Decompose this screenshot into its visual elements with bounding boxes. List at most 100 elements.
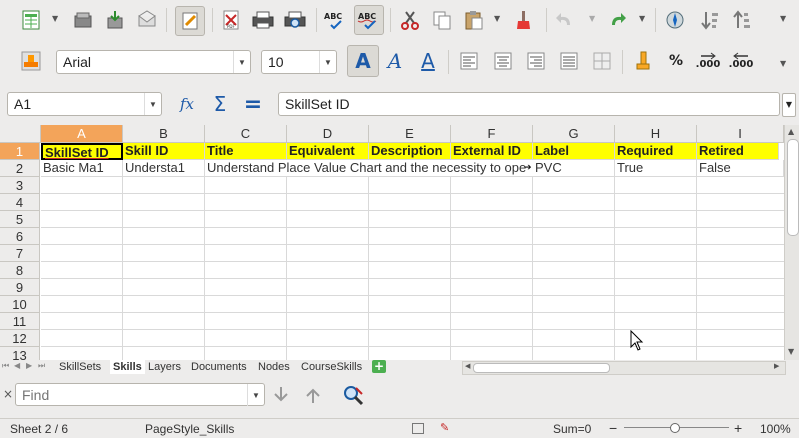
cell-i1[interactable]: Retired [697, 143, 779, 160]
sort-ascending-icon[interactable] [729, 7, 755, 33]
horizontal-scroll-thumb[interactable] [473, 363, 610, 373]
formula-expand-icon[interactable]: ▼ [782, 93, 796, 117]
column-header-e[interactable]: E [369, 125, 451, 143]
sheet-tab-courseskills[interactable]: CourseSkills [298, 360, 365, 374]
horizontal-scrollbar[interactable]: ◀ ▶ [462, 361, 786, 375]
templates-icon[interactable] [70, 7, 96, 33]
formula-icon[interactable]: = [240, 91, 266, 117]
scroll-up-icon[interactable]: ▲ [788, 127, 794, 136]
align-right-icon[interactable] [523, 48, 549, 74]
cell-a2[interactable]: Basic Ma1 [41, 160, 123, 177]
zoom-slider-thumb[interactable] [670, 423, 680, 433]
column-header-h[interactable]: H [615, 125, 697, 143]
cell-h1[interactable]: Required [615, 143, 697, 160]
undo-icon[interactable] [552, 7, 578, 33]
find-replace-icon[interactable] [340, 382, 366, 408]
new-dropdown-icon[interactable]: ▼ [52, 14, 58, 23]
row-header[interactable]: 1 [0, 143, 40, 160]
sort-descending-icon[interactable] [697, 7, 723, 33]
find-previous-icon[interactable] [300, 382, 326, 408]
zoom-level[interactable]: 100% [760, 422, 791, 436]
cut-icon[interactable] [397, 7, 423, 33]
copy-icon[interactable] [429, 7, 455, 33]
bold-icon[interactable]: A [347, 45, 379, 77]
undo-dropdown-icon[interactable]: ▼ [589, 14, 595, 23]
selection-mode-icon[interactable] [412, 423, 424, 434]
add-decimal-icon[interactable]: .000 [695, 48, 721, 74]
row-header[interactable]: 9 [0, 279, 40, 296]
zoom-in-icon[interactable]: + [734, 420, 742, 436]
column-header-b[interactable]: B [123, 125, 205, 143]
new-spreadsheet-icon[interactable] [18, 7, 44, 33]
align-left-icon[interactable] [456, 48, 482, 74]
navigator-icon[interactable] [662, 7, 688, 33]
toolbar-overflow-icon[interactable]: ▼ [780, 14, 786, 23]
toolbar2-overflow-icon[interactable]: ▼ [780, 59, 786, 68]
currency-icon[interactable] [630, 48, 656, 74]
cell-a1[interactable]: SkillSet ID [41, 143, 123, 160]
spreadsheet-grid[interactable]: A B C D E F G H I 1 2 3 4 5 6 7 8 9 10 1… [0, 125, 784, 360]
first-sheet-icon[interactable]: ⏮ [2, 361, 9, 371]
scroll-down-icon[interactable]: ▼ [788, 347, 794, 356]
prev-sheet-icon[interactable]: ◀ [14, 361, 20, 370]
document-modified-icon[interactable]: ✎ [440, 421, 449, 434]
open-icon[interactable] [102, 7, 128, 33]
cell-e1[interactable]: Description [369, 143, 451, 160]
spellcheck-icon[interactable]: ABC [322, 7, 348, 33]
column-header-d[interactable]: D [287, 125, 369, 143]
cell-h2[interactable]: True [615, 160, 697, 177]
column-header-a[interactable]: A [41, 125, 123, 143]
row-header[interactable]: 7 [0, 245, 40, 262]
page-style[interactable]: PageStyle_Skills [145, 422, 234, 436]
styles-icon[interactable] [18, 48, 44, 74]
italic-icon[interactable]: A [382, 48, 408, 74]
export-pdf-icon[interactable]: PDF [218, 7, 244, 33]
zoom-out-icon[interactable]: − [609, 420, 617, 436]
sheet-tab-documents[interactable]: Documents [188, 360, 250, 374]
find-dropdown-icon[interactable]: ▼ [247, 384, 264, 406]
row-header[interactable]: 11 [0, 313, 40, 330]
font-name-box[interactable]: Arial ▼ [56, 50, 251, 74]
print-preview-icon[interactable] [282, 7, 308, 33]
sum-icon[interactable]: Σ [207, 91, 233, 117]
autospellcheck-icon[interactable]: ABC [354, 5, 384, 35]
cell-c1[interactable]: Title [205, 143, 287, 160]
close-find-bar-icon[interactable]: × [3, 387, 13, 401]
cell-b1[interactable]: Skill ID [123, 143, 205, 160]
row-header[interactable]: 6 [0, 228, 40, 245]
save-icon[interactable] [134, 7, 160, 33]
cell-c2[interactable]: Understand Place Value Chart and the nec… [205, 160, 533, 177]
sheet-tab-skills[interactable]: Skills [110, 360, 145, 374]
vertical-scrollbar[interactable]: ▲ ▼ [784, 125, 799, 360]
find-box[interactable]: ▼ [15, 383, 265, 406]
delete-decimal-icon[interactable]: .000 [728, 48, 754, 74]
paste-icon[interactable] [461, 7, 487, 33]
paste-dropdown-icon[interactable]: ▼ [494, 14, 500, 23]
cell-d1[interactable]: Equivalent [287, 143, 369, 160]
cell-g2[interactable]: PVC [533, 160, 615, 177]
font-name-dropdown-icon[interactable]: ▼ [233, 51, 250, 73]
row-header[interactable]: 5 [0, 211, 40, 228]
row-header[interactable]: 13 [0, 347, 40, 360]
cell-b2[interactable]: Understa1 [123, 160, 205, 177]
find-next-icon[interactable] [268, 382, 294, 408]
next-sheet-icon[interactable]: ▶ [26, 361, 32, 370]
corner-select-all[interactable] [0, 125, 41, 143]
font-size-dropdown-icon[interactable]: ▼ [319, 51, 336, 73]
sheet-tab-nodes[interactable]: Nodes [255, 360, 293, 374]
column-header-c[interactable]: C [205, 125, 287, 143]
redo-dropdown-icon[interactable]: ▼ [639, 14, 645, 23]
print-icon[interactable] [250, 7, 276, 33]
cell-g1[interactable]: Label [533, 143, 615, 160]
scroll-left-icon[interactable]: ◀ [465, 362, 470, 370]
find-input[interactable] [22, 386, 242, 403]
cell-i2[interactable]: False [697, 160, 784, 177]
last-sheet-icon[interactable]: ⏭ [38, 361, 45, 371]
align-center-icon[interactable] [490, 48, 516, 74]
percent-icon[interactable]: % [663, 48, 689, 74]
font-size-box[interactable]: 10 ▼ [261, 50, 337, 74]
justify-icon[interactable] [556, 48, 582, 74]
name-box-dropdown-icon[interactable]: ▼ [144, 93, 161, 115]
sheet-tab-layers[interactable]: Layers [145, 360, 184, 374]
row-header[interactable]: 4 [0, 194, 40, 211]
